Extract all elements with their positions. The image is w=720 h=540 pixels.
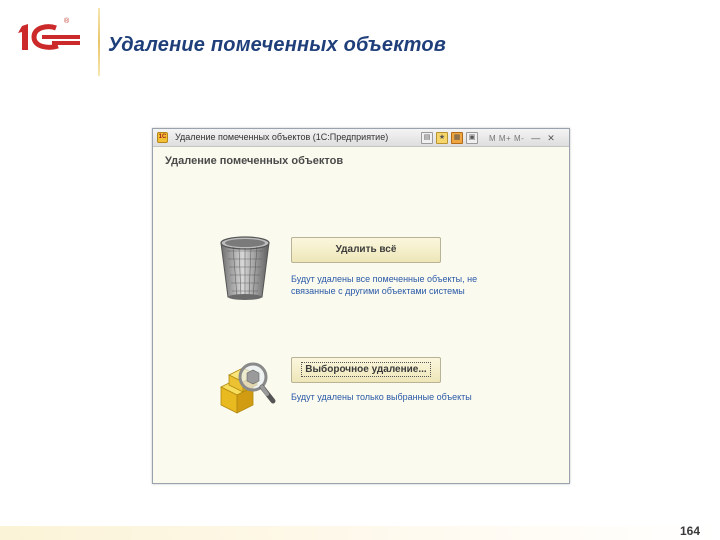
document-icon[interactable]: ▤ <box>421 132 433 144</box>
minimize-icon[interactable]: — <box>531 133 540 143</box>
form-heading: Удаление помеченных объектов <box>165 155 344 167</box>
page-number: 164 <box>680 524 701 538</box>
selective-delete-description: Будут удалены только выбранные объекты <box>291 392 472 402</box>
slide-title: Удаление помеченных объектов <box>108 34 447 56</box>
footer-band <box>0 526 720 540</box>
app-window: 1С Удаление помеченных объектов (1С:Пред… <box>152 128 570 484</box>
close-icon[interactable]: ✕ <box>547 133 555 144</box>
delete-all-description: Будут удалены все помеченные объекты, не… <box>291 274 478 296</box>
calendar-icon[interactable]: ▣ <box>466 132 478 144</box>
delete-all-button[interactable]: Удалить всё <box>291 237 441 263</box>
window-title: Удаление помеченных объектов (1С:Предпри… <box>175 132 389 142</box>
logo-1c-icon <box>18 24 80 50</box>
slide-header: ® Удаление помеченных объектов <box>0 0 720 80</box>
wastebasket-icon <box>220 236 270 300</box>
selective-delete-button[interactable]: Выборочное удаление... <box>291 357 441 383</box>
selective-delete-label: Выборочное удаление... <box>301 362 431 377</box>
magnifier-cubes-icon <box>220 362 276 414</box>
calculator-icon[interactable]: ▦ <box>451 132 463 144</box>
memory-buttons[interactable]: M M+ M- <box>489 134 524 143</box>
header-divider <box>98 8 100 76</box>
titlebar-toolbar: ▤ ★ ▦ ▣ M M+ M- — ✕ <box>421 131 555 145</box>
app-icon[interactable]: 1С <box>157 132 168 143</box>
registered-mark: ® <box>64 18 70 25</box>
favorites-icon[interactable]: ★ <box>436 132 448 144</box>
window-titlebar[interactable]: 1С Удаление помеченных объектов (1С:Пред… <box>153 129 569 147</box>
